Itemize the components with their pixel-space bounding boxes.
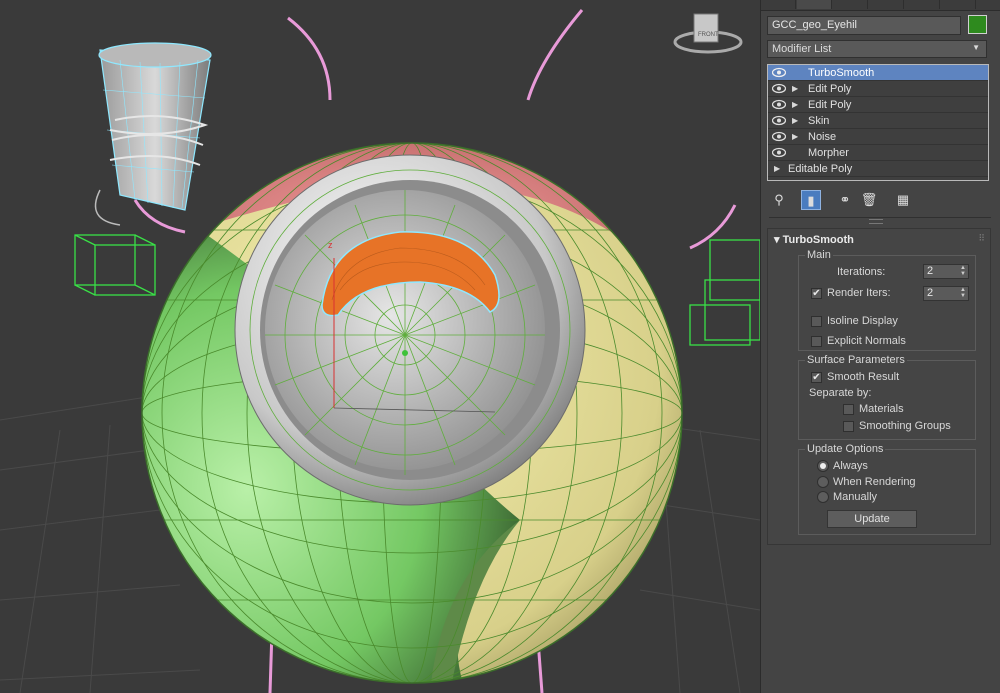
viewcube[interactable]: FRONT	[673, 13, 743, 54]
group-title-surface: Surface Parameters	[805, 354, 907, 366]
expand-arrow-icon[interactable]: ▶	[774, 161, 780, 177]
when-rendering-label: When Rendering	[833, 476, 916, 488]
turbosmooth-rollout: ▾ TurboSmooth ⠿ Main Iterations: 2 ▲ ▼ ✔ …	[767, 228, 991, 545]
stack-item-label: Noise	[808, 131, 837, 143]
stack-item-noise[interactable]: ▶ Noise	[768, 129, 988, 145]
stack-item-label: Editable Poly	[788, 163, 853, 175]
when-rendering-radio[interactable]	[817, 476, 829, 488]
main-group: Main Iterations: 2 ▲ ▼ ✔ Render Iters: 2 …	[798, 250, 976, 351]
tab-create[interactable]	[761, 0, 796, 9]
stack-item-morpher[interactable]: Morpher	[768, 145, 988, 161]
stack-item-label: Skin	[808, 115, 830, 127]
manually-radio[interactable]	[817, 491, 829, 503]
show-end-result-icon[interactable]: ▮	[801, 190, 821, 210]
spinner-arrows-icon[interactable]: ▲ ▼	[960, 287, 966, 299]
iterations-spinner[interactable]: 2 ▲ ▼	[923, 264, 969, 279]
update-button[interactable]: Update	[827, 510, 917, 528]
stack-item-label: TurboSmooth	[808, 67, 875, 79]
object-name-field[interactable]: GCC_geo_Eyehil	[767, 16, 961, 35]
panel-tabs	[761, 0, 1000, 11]
tab-hierarchy[interactable]	[833, 0, 868, 9]
bucket-object[interactable]	[94, 42, 212, 226]
smoothing-groups-checkbox[interactable]	[843, 421, 854, 432]
explicit-normals-label: Explicit Normals	[827, 335, 906, 347]
dropdown-arrow-icon: ▼	[972, 43, 980, 52]
stack-item-edit-poly[interactable]: ▶ Edit Poly	[768, 97, 988, 113]
stack-item-edit-poly[interactable]: ▶ Edit Poly	[768, 81, 988, 97]
eye-icon[interactable]	[772, 147, 786, 158]
separate-by-label: Separate by:	[809, 387, 872, 399]
stack-item-turbosmooth[interactable]: TurboSmooth	[768, 65, 988, 81]
materials-checkbox[interactable]	[843, 404, 854, 415]
make-unique-icon[interactable]: ⚭	[835, 190, 855, 210]
remove-modifier-icon[interactable]: 🗑	[859, 190, 879, 210]
viewcube-face-label: FRONT	[698, 32, 719, 38]
modifier-list-dropdown[interactable]: Modifier List ▼	[767, 40, 987, 58]
stack-item-label: Edit Poly	[808, 83, 852, 95]
command-panel: GCC_geo_Eyehil Modifier List ▼ TurboSmoo…	[760, 0, 1000, 693]
always-label: Always	[833, 460, 868, 472]
eye-icon[interactable]	[772, 99, 786, 110]
isoline-display-label: Isoline Display	[827, 315, 898, 327]
group-title-main: Main	[805, 249, 833, 261]
always-radio[interactable]	[817, 460, 829, 472]
modifier-list-label: Modifier List	[772, 43, 832, 55]
stack-toolbar: ⚲ ▮ ⚭ 🗑 ▦	[769, 190, 989, 212]
tab-display[interactable]	[905, 0, 940, 9]
smooth-result-checkbox[interactable]: ✔	[811, 372, 822, 383]
panel-resize-grip[interactable]	[869, 219, 883, 224]
modifier-stack[interactable]: TurboSmooth ▶ Edit Poly ▶ Edit Poly ▶ Sk…	[767, 64, 989, 181]
explicit-normals-checkbox[interactable]	[811, 336, 822, 347]
render-iters-spinner[interactable]: 2 ▲ ▼	[923, 286, 969, 301]
eye-icon[interactable]	[772, 83, 786, 94]
surface-parameters-group: Surface Parameters ✔ Smooth Result Separ…	[798, 355, 976, 440]
tab-utilities[interactable]	[941, 0, 976, 9]
stack-item-label: Edit Poly	[808, 99, 852, 111]
update-options-group: Update Options Always When Rendering Man…	[798, 444, 976, 535]
svg-text:z: z	[328, 240, 333, 250]
configure-modifier-sets-icon[interactable]: ▦	[893, 190, 913, 210]
viewport-scene[interactable]: z FRONT	[0, 0, 760, 693]
isoline-display-checkbox[interactable]	[811, 316, 822, 327]
rollout-title[interactable]: ▾ TurboSmooth	[774, 233, 854, 246]
rollout-grip-icon: ⠿	[978, 233, 985, 243]
materials-label: Materials	[859, 403, 904, 415]
expand-arrow-icon[interactable]: ▶	[792, 129, 798, 145]
iris-ring[interactable]	[234, 154, 586, 506]
stack-item-skin[interactable]: ▶ Skin	[768, 113, 988, 129]
tab-motion[interactable]	[869, 0, 904, 9]
render-iters-label: Render Iters:	[827, 287, 891, 299]
object-color-swatch[interactable]	[968, 15, 987, 34]
divider	[769, 217, 991, 218]
expand-arrow-icon[interactable]: ▶	[792, 113, 798, 129]
expand-arrow-icon[interactable]: ▶	[792, 81, 798, 97]
eye-icon[interactable]	[772, 131, 786, 142]
pin-stack-icon[interactable]: ⚲	[769, 190, 789, 210]
iterations-label: Iterations:	[837, 266, 886, 278]
eye-icon[interactable]	[772, 115, 786, 126]
render-iters-checkbox[interactable]: ✔	[811, 288, 822, 299]
stack-item-label: Morpher	[808, 147, 849, 159]
smooth-result-label: Smooth Result	[827, 371, 900, 383]
spinner-arrows-icon[interactable]: ▲ ▼	[960, 265, 966, 277]
smoothing-groups-label: Smoothing Groups	[859, 420, 951, 432]
group-title-update: Update Options	[805, 443, 886, 455]
expand-arrow-icon[interactable]: ▶	[792, 97, 798, 113]
perspective-viewport[interactable]: z FRONT	[0, 0, 760, 693]
tab-modify[interactable]	[797, 0, 832, 9]
eye-icon[interactable]	[772, 67, 786, 78]
stack-item-editable-poly[interactable]: ▶ Editable Poly	[768, 161, 988, 177]
manually-label: Manually	[833, 491, 878, 503]
